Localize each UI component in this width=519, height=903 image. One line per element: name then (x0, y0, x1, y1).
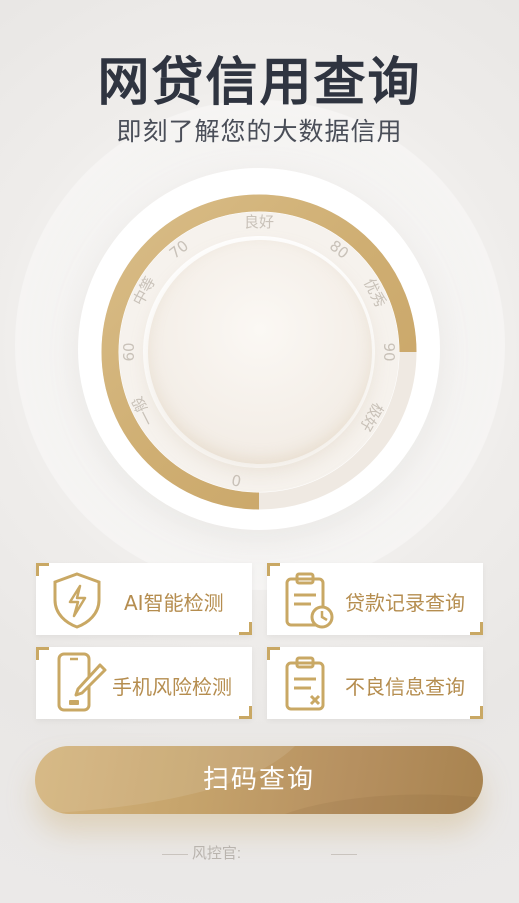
clipboard-x-icon (285, 656, 325, 711)
card-corner (470, 706, 483, 719)
card-corner (36, 563, 49, 576)
shield-lightning-icon (53, 572, 101, 629)
gauge-label: 良好 (244, 213, 274, 231)
scan-query-label: 扫码查询 (202, 765, 315, 795)
ai-detect-card[interactable]: AI智能检测 (36, 563, 252, 635)
scan-query-button[interactable]: 扫码查询 (35, 746, 483, 814)
phone-pen-icon (57, 652, 107, 712)
footer-label: 风控官: (191, 845, 242, 862)
gauge-center-disc (148, 240, 372, 464)
footer-line-left (161, 853, 188, 855)
card-corner (267, 563, 280, 576)
footer-line-right (331, 853, 358, 855)
card-label: 手机风险检测 (112, 675, 232, 699)
card-label: 贷款记录查询 (345, 591, 465, 615)
clipboard-clock-icon (285, 572, 334, 629)
card-corner (470, 622, 483, 635)
gauge-label: 90 (380, 342, 398, 361)
bad-info-card[interactable]: 不良信息查询 (267, 647, 483, 719)
phone-risk-card[interactable]: 手机风险检测 (36, 647, 252, 719)
card-label: AI智能检测 (124, 591, 224, 615)
card-corner (267, 647, 280, 660)
card-corner (239, 622, 252, 635)
card-corner (239, 706, 252, 719)
footer: 风控官: (0, 842, 519, 863)
card-corner (36, 647, 49, 660)
gauge-label: 60 (120, 342, 138, 361)
card-label: 不良信息查询 (345, 675, 465, 699)
loan-record-card[interactable]: 贷款记录查询 (267, 563, 483, 635)
